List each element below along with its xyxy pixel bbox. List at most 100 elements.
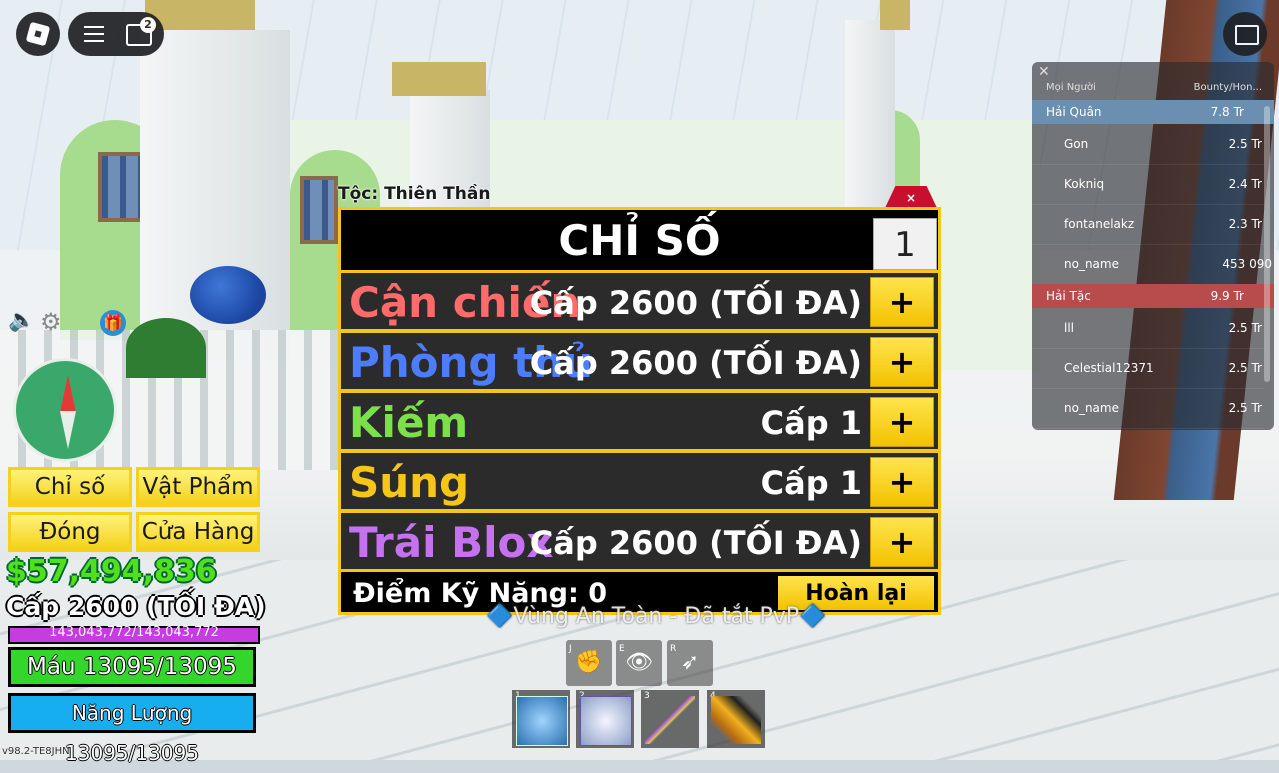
shop-button[interactable]: Cửa Hàng	[136, 512, 260, 552]
sword-icon	[645, 696, 695, 744]
skill-key: E	[619, 644, 625, 654]
player-name: Celestial12371	[1064, 361, 1154, 375]
stat-level: Cấp 1	[760, 404, 862, 442]
stats-panel: CHỈ SỐ 1 Cận chiến Cấp 2600 (TỐI ĐA) + P…	[338, 207, 941, 615]
player-row[interactable]: Kokniq 2.4 Tr	[1032, 164, 1264, 205]
blue-fruit[interactable]	[190, 266, 266, 324]
stats-header: CHỈ SỐ 1	[341, 210, 938, 270]
compass-needle-north	[60, 375, 76, 413]
hotbar-slot[interactable]: 3	[641, 690, 699, 748]
point-amount-input[interactable]: 1	[873, 218, 937, 270]
xp-text: 143,043,772/143,043,772	[49, 625, 219, 640]
team-value: 9.9 Tr	[1210, 289, 1244, 303]
team-value: 7.8 Tr	[1210, 105, 1244, 119]
green-object	[126, 318, 206, 378]
team-row[interactable]: Hải Tặc 9.9 Tr	[1032, 284, 1274, 308]
pillar-cap	[880, 0, 910, 30]
team-row[interactable]: Hải Quân 7.8 Tr	[1032, 100, 1274, 124]
stat-row-blox-fruit: Trái Blox Cấp 2600 (TỐI ĐA) +	[341, 513, 938, 569]
stat-row-melee: Cận chiến Cấp 2600 (TỐI ĐA) +	[341, 273, 938, 329]
stat-level: Cấp 1	[760, 464, 862, 502]
add-sword-button[interactable]: +	[870, 397, 934, 447]
health-text: Máu 13095/13095	[27, 654, 237, 680]
add-blox-fruit-button[interactable]: +	[870, 517, 934, 567]
stat-level: Cấp 2600 (TỐI ĐA)	[529, 524, 862, 562]
column-value: Bounty/Hon...	[1193, 82, 1262, 93]
leaderboard: ✕ Mọi Người Bounty/Hon... Hải Quân 7.8 T…	[1032, 62, 1274, 430]
player-level: Cấp 2600 (TỐI ĐA)	[6, 592, 266, 621]
compass	[13, 358, 117, 462]
roblox-menu-button[interactable]	[16, 12, 60, 56]
stat-level: Cấp 2600 (TỐI ĐA)	[529, 344, 862, 382]
stat-level: Cấp 2600 (TỐI ĐA)	[529, 284, 862, 322]
roblox-logo-icon	[25, 21, 51, 47]
stat-name: Súng	[349, 458, 470, 507]
stat-row-defense: Phòng thủ Cấp 2600 (TỐI ĐA) +	[341, 333, 938, 389]
skill-slot[interactable]: J ✊	[566, 640, 612, 686]
skill-slot[interactable]: E 👁	[616, 640, 662, 686]
stat-name: Trái Blox	[349, 518, 554, 567]
chat-badge: 2	[140, 17, 156, 33]
player-row[interactable]: fontanelakz 2.3 Tr	[1032, 204, 1264, 245]
gun-icon	[711, 696, 761, 744]
screenshot-button[interactable]	[1223, 12, 1267, 56]
health-bar: Máu 13095/13095	[8, 647, 256, 687]
player-row[interactable]: lll 2.5 Tr	[1032, 308, 1264, 349]
player-name: Kokniq	[1064, 177, 1105, 191]
skill-key: J	[569, 644, 572, 654]
pillar	[845, 20, 895, 230]
player-value: 2.5 Tr	[1228, 361, 1262, 375]
team-name: Hải Quân	[1046, 105, 1102, 119]
pillar-cap	[392, 62, 486, 96]
player-name: lll	[1064, 321, 1075, 335]
eye-icon: 👁	[625, 650, 653, 675]
column-name: Mọi Người	[1046, 82, 1096, 93]
player-name: no_name	[1064, 401, 1119, 415]
yeti-icon	[580, 696, 632, 746]
player-value: 2.5 Tr	[1228, 321, 1262, 335]
speaker-icon[interactable]: 🔈	[8, 308, 35, 336]
gift-icon[interactable]: 🎁	[100, 310, 126, 336]
stat-name: Kiếm	[349, 398, 469, 447]
gear-icon[interactable]: ⚙	[40, 308, 66, 336]
player-value: 2.3 Tr	[1228, 217, 1262, 231]
window-icon	[1235, 25, 1259, 45]
team-name: Hải Tặc	[1046, 289, 1091, 303]
player-row[interactable]: no_name 453 090	[1032, 244, 1272, 285]
items-button[interactable]: Vật Phẩm	[136, 467, 260, 507]
hotbar-slot[interactable]: 1	[512, 690, 570, 748]
xp-bar: 143,043,772/143,043,772	[8, 625, 260, 644]
version-label: v98.2-TE8JHN	[2, 746, 70, 757]
race-label: Tộc: Thiên Thần	[338, 184, 491, 204]
player-row[interactable]: Celestial12371 2.5 Tr	[1032, 348, 1264, 389]
money-display: $57,494,836	[6, 554, 217, 589]
stats-button[interactable]: Chỉ số	[8, 467, 132, 507]
skill-key: R	[670, 644, 677, 654]
close-icon[interactable]: ✕	[1038, 64, 1050, 80]
add-defense-button[interactable]: +	[870, 337, 934, 387]
stats-title: CHỈ SỐ	[558, 216, 721, 265]
player-row[interactable]: Gon 2.5 Tr	[1032, 124, 1264, 165]
compass-needle-south	[60, 411, 76, 449]
player-row[interactable]: no_name 2.5 Tr	[1032, 388, 1264, 429]
hamburger-icon[interactable]	[84, 26, 104, 42]
dash-icon: ➶	[680, 650, 700, 675]
stat-row-sword: Kiếm Cấp 1 +	[341, 393, 938, 449]
skill-slot[interactable]: R ➶	[667, 640, 713, 686]
safe-zone-label: 🔷Vùng An Toàn - Đã tắt PvP🔷	[486, 604, 827, 629]
hotbar-slot[interactable]: 2	[576, 690, 634, 748]
close-menu-button[interactable]: Đóng	[8, 512, 132, 552]
hotbar-slot[interactable]: 4	[707, 690, 765, 748]
energy-text: Năng Lượng 13095/13095	[65, 701, 199, 765]
energy-bar: Năng Lượng 13095/13095	[8, 693, 256, 765]
player-value: 2.5 Tr	[1228, 137, 1262, 151]
add-melee-button[interactable]: +	[870, 277, 934, 327]
add-gun-button[interactable]: +	[870, 457, 934, 507]
stat-row-gun: Súng Cấp 1 +	[341, 453, 938, 509]
player-name: no_name	[1064, 257, 1119, 271]
topbar-pill: 2	[68, 12, 164, 56]
window	[300, 176, 338, 244]
player-name: Gon	[1064, 137, 1089, 151]
leaderboard-scrollbar[interactable]	[1264, 106, 1270, 382]
player-name: fontanelakz	[1064, 217, 1135, 231]
